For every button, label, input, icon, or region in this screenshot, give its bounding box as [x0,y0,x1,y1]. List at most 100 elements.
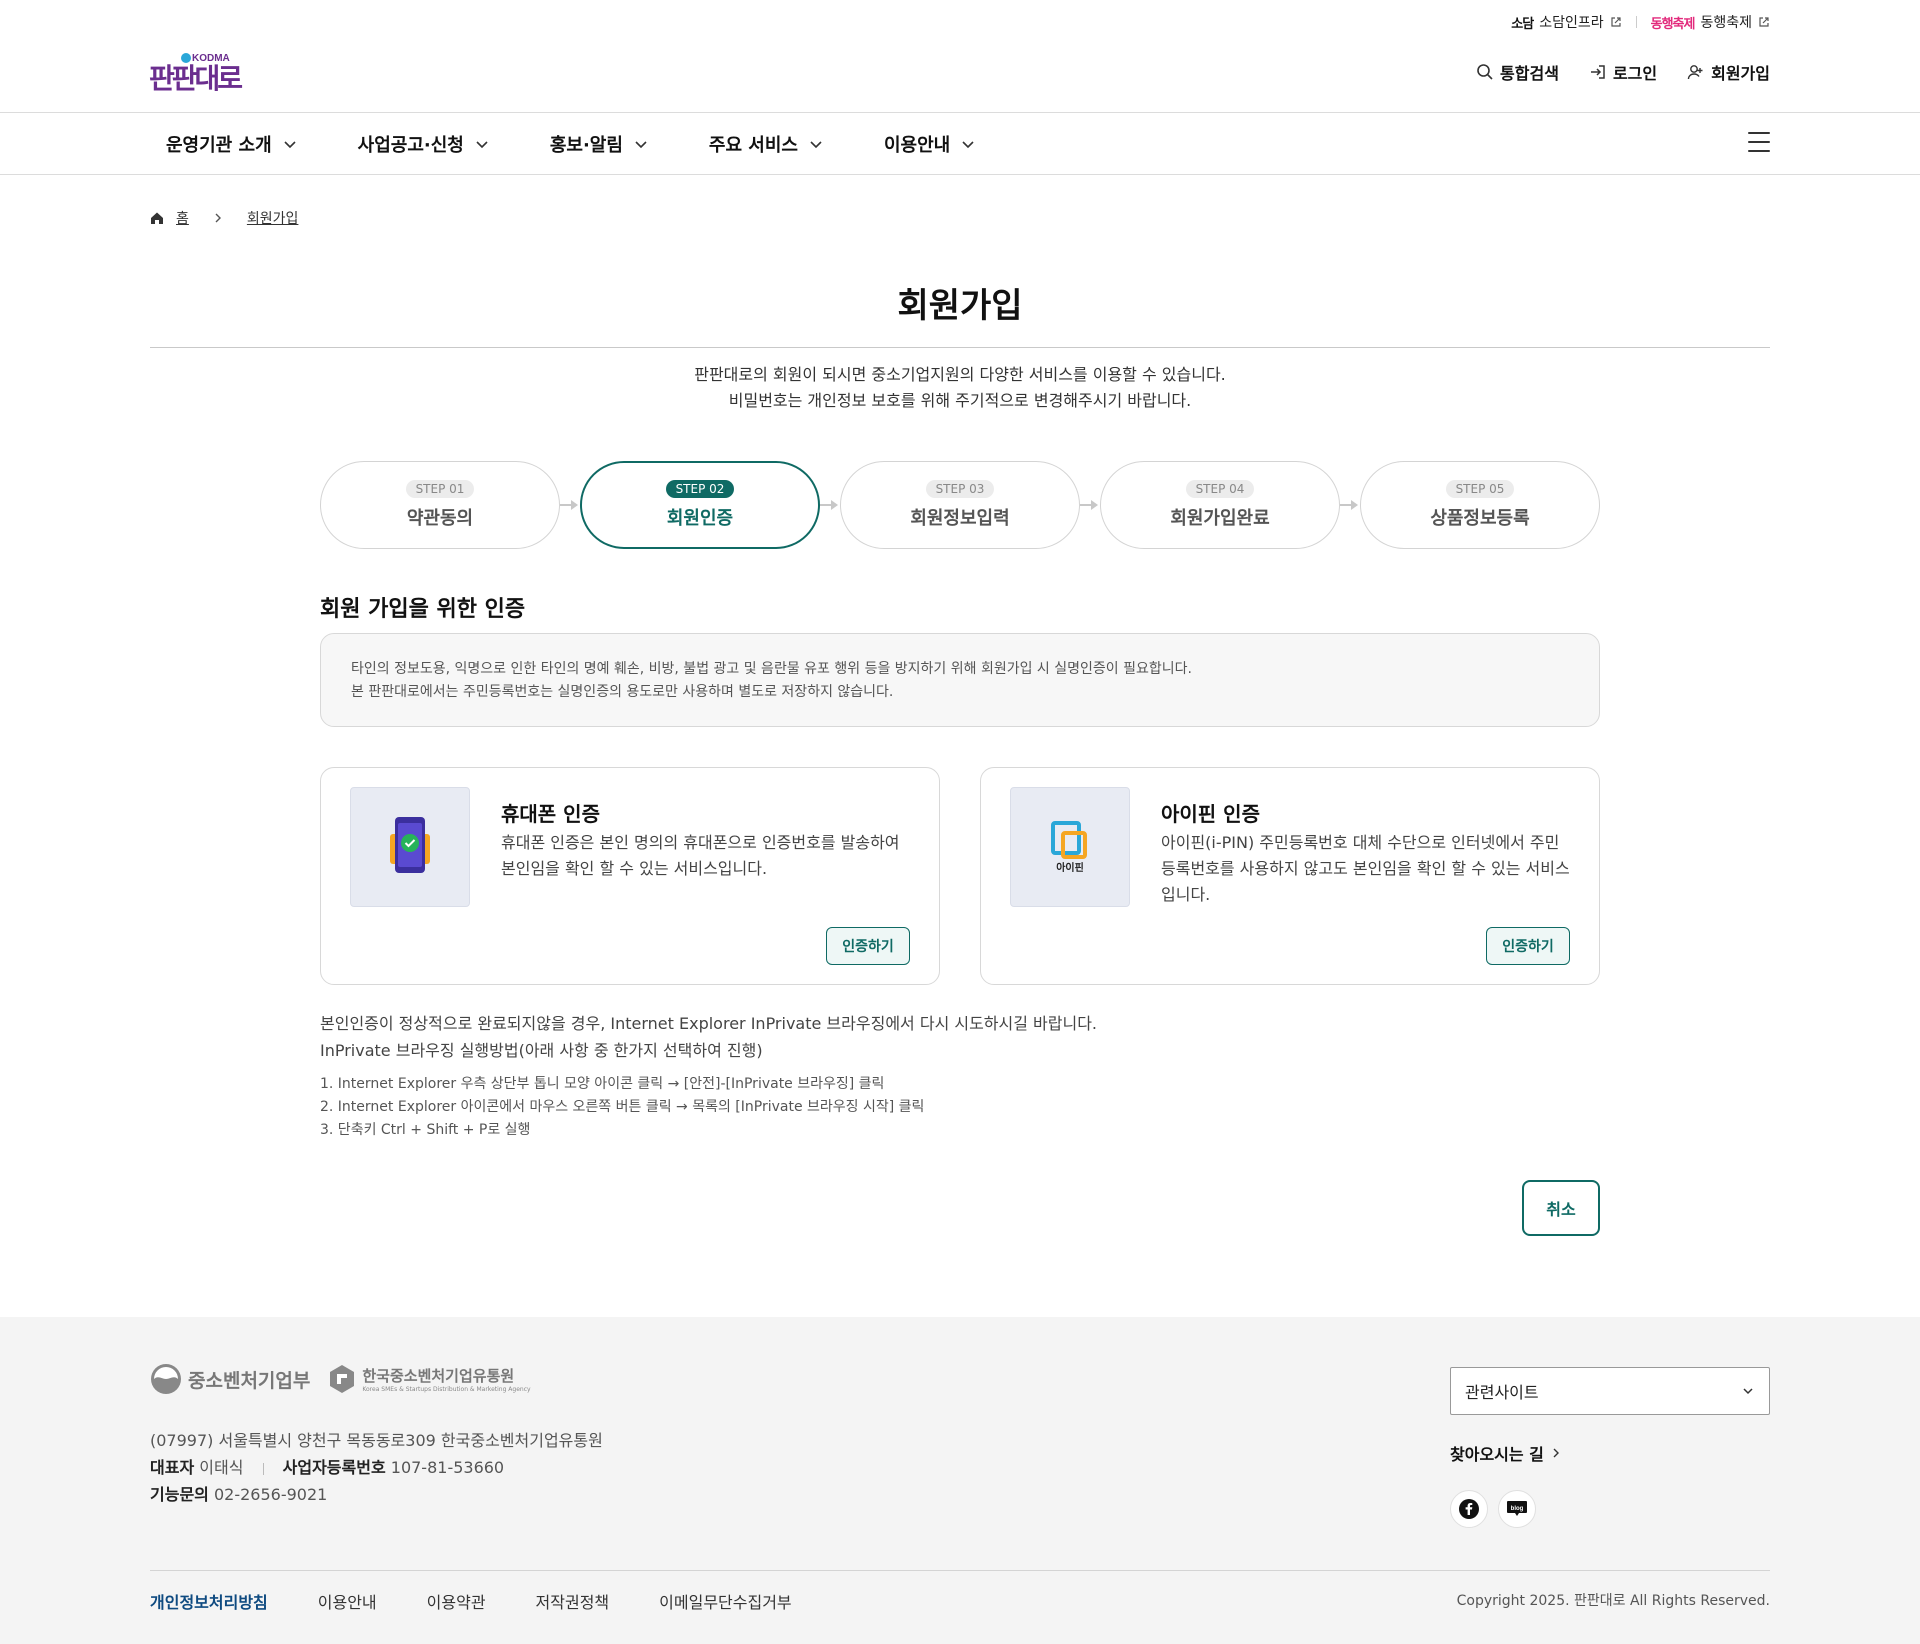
step-label: 회원가입완료 [1170,508,1270,529]
help-step: 2. Internet Explorer 아이콘에서 마우스 오른쪽 버튼 클릭… [320,1099,925,1115]
ipin-auth-button[interactable]: 인증하기 [1486,927,1570,965]
copyright: Copyright 2025. 판판대로 All Rights Reserved… [1456,1593,1770,1609]
notice-line: 본 판판대로에서는 주민등록번호는 실명인증의 용도로만 사용하며 별도로 저장… [351,684,894,700]
help-line: InPrivate 브라우징 실행방법(아래 사항 중 한가지 선택하여 진행) [320,1041,763,1060]
page-title: 회원가입 [897,286,1023,326]
site-logo[interactable]: KODMA 판판대로 [149,50,267,96]
ceo-label: 대표자 [150,1458,195,1477]
nav-item-services[interactable]: 주요 서비스 [709,131,824,157]
home-icon [151,212,163,224]
ipin-logo-icon: 아이핀 [1051,821,1087,874]
notice-line: 타인의 정보도용, 익명으로 인한 타인의 명예 훼손, 비방, 불법 광고 및… [351,661,1192,677]
related-sites-label: 관련사이트 [1465,1383,1539,1402]
directions-label: 찾아오시는 길 [1450,1445,1544,1464]
divider [1635,16,1637,28]
main-navigation: 운영기관 소개 사업공고·신청 홍보·알림 주요 서비스 이용안내 [0,113,1920,175]
ceo-name: 이태식 [199,1458,244,1477]
ipin-auth-image: 아이핀 [1010,787,1130,907]
donghaeng-festival-link[interactable]: 동행축제 동행축제 [1651,12,1770,32]
step-badge: STEP 04 [1185,480,1255,498]
intro-line: 비밀번호는 개인정보 보호를 위해 주기적으로 변경해주시기 바랍니다. [728,391,1192,410]
chevron-down-icon [962,141,974,149]
sodam-infra-link[interactable]: 소담 소담인프라 [1511,12,1621,32]
ipin-logo-text: 아이핀 [1056,861,1084,874]
terms-link[interactable]: 이용약관 [427,1589,486,1613]
phone-auth-image [350,787,470,907]
logo-text: 판판대로 [149,62,242,95]
government-emblem-icon [151,1364,181,1394]
search-button[interactable]: 통합검색 [1476,60,1559,84]
footer-links: 개인정보처리방침 이용안내 이용약관 저작권정책 이메일무단수집거부 [150,1589,792,1613]
donghaeng-logo: 동행축제 [1650,16,1696,32]
arrow-right-icon [1080,500,1098,510]
breadcrumb-current[interactable]: 회원가입 [247,208,299,228]
tel-label: 기능문의 [150,1485,209,1504]
ipin-auth-card: 아이핀 아이핀 인증 아이핀(i-PIN) 주민등록번호 대체 수단으로 인터넷… [980,767,1600,985]
footer-info: (07997) 서울특별시 양천구 목동동로309 한국중소벤처기업유통원 대표… [150,1427,603,1508]
step-complete: STEP 04 회원가입완료 [1100,461,1340,549]
search-label: 통합검색 [1500,64,1559,83]
arrow-right-icon [560,500,578,510]
chevron-down-icon [476,141,488,149]
help-steps-list: 1. Internet Explorer 우측 상단부 톱니 모양 아이콘 클릭… [320,1073,924,1142]
mss-logo-text: 중소벤처기업부 [188,1369,311,1392]
help-step: 3. 단축키 Ctrl + Shift + P로 실행 [320,1122,531,1138]
step-badge: STEP 05 [1445,480,1515,498]
footer: 중소벤처기업부 한국중소벤처기업유통원 Korea SMEs & Startup… [0,1317,1920,1644]
copyright-policy-link[interactable]: 저작권정책 [536,1589,610,1613]
section-title: 회원 가입을 위한 인증 [320,597,526,622]
social-links: blog [1450,1490,1536,1528]
footer-divider [150,1570,1770,1571]
phone-auth-button[interactable]: 인증하기 [826,927,910,965]
chevron-right-icon [1553,1448,1559,1458]
signup-button[interactable]: 회원가입 [1687,60,1770,84]
facebook-link[interactable] [1450,1490,1488,1528]
chevron-down-icon [1743,1388,1753,1395]
menu-icon[interactable] [1748,132,1770,152]
external-link-icon [1759,17,1769,27]
utility-bar: 소담 소담인프라 동행축제 동행축제 [1511,10,1770,34]
privacy-policy-link[interactable]: 개인정보처리방침 [150,1589,268,1613]
header-actions: 통합검색 로그인 회원가입 [1476,60,1770,84]
tel-number: 02-2656-9021 [213,1485,328,1504]
step-badge: STEP 02 [665,480,735,498]
directions-link[interactable]: 찾아오시는 길 [1450,1441,1562,1465]
chevron-right-icon [215,213,221,223]
divider [262,1462,264,1475]
chevron-down-icon [635,141,647,149]
title-divider [150,347,1770,348]
usage-guide-link[interactable]: 이용안내 [318,1589,377,1613]
nav-item-about[interactable]: 운영기관 소개 [166,131,298,157]
ipin-auth-desc: 아이핀(i-PIN) 주민등록번호 대체 수단으로 인터넷에서 주민등록번호를 … [1161,833,1570,904]
nav-item-guide[interactable]: 이용안내 [884,131,976,157]
step-product-register: STEP 05 상품정보등록 [1360,461,1600,549]
blog-link[interactable]: blog [1498,1490,1536,1528]
kodma-emblem-icon [330,1365,355,1393]
help-text: 본인인증이 정상적으로 완료되지않을 경우, Internet Explorer… [320,1010,1097,1064]
footer-logos: 중소벤처기업부 한국중소벤처기업유통원 Korea SMEs & Startup… [150,1363,531,1395]
intro-line: 판판대로의 회원이 되시면 중소기업지원의 다양한 서비스를 이용할 수 있습니… [694,365,1226,384]
nav-item-label: 사업공고·신청 [357,135,464,156]
footer-address: (07997) 서울특별시 양천구 목동동로309 한국중소벤처기업유통원 [150,1431,603,1450]
related-sites-select[interactable]: 관련사이트 [1450,1367,1770,1415]
nav-item-pr[interactable]: 홍보·알림 [550,131,649,157]
step-verification: STEP 02 회원인증 [580,461,820,549]
login-button[interactable]: 로그인 [1589,60,1657,84]
phone-auth-desc: 휴대폰 인증은 본인 명의의 휴대폰으로 인증번호를 발송하여 본인임을 확인 … [501,833,900,878]
biz-no-label: 사업자등록번호 [282,1458,386,1477]
breadcrumb-home[interactable]: 홈 [176,208,189,228]
nav-item-label: 운영기관 소개 [166,135,272,156]
email-refusal-link[interactable]: 이메일무단수집거부 [659,1589,791,1613]
step-badge: STEP 03 [925,480,995,498]
cancel-button[interactable]: 취소 [1522,1180,1600,1236]
nav-item-label: 이용안내 [884,135,951,156]
nav-item-label: 홍보·알림 [549,135,623,156]
kodma-logo-subtext: Korea SMEs & Startups Distribution & Mar… [362,1386,531,1393]
login-icon [1590,65,1605,79]
nav-item-notice[interactable]: 사업공고·신청 [358,131,490,157]
breadcrumb: 홈 회원가입 [150,208,298,228]
notice-box: 타인의 정보도용, 익명으로 인한 타인의 명예 훼손, 비방, 불법 광고 및… [320,633,1600,727]
step-label: 상품정보등록 [1430,508,1530,529]
blog-icon: blog [1507,1501,1527,1516]
donghaeng-festival-label: 동행축제 [1700,15,1752,31]
